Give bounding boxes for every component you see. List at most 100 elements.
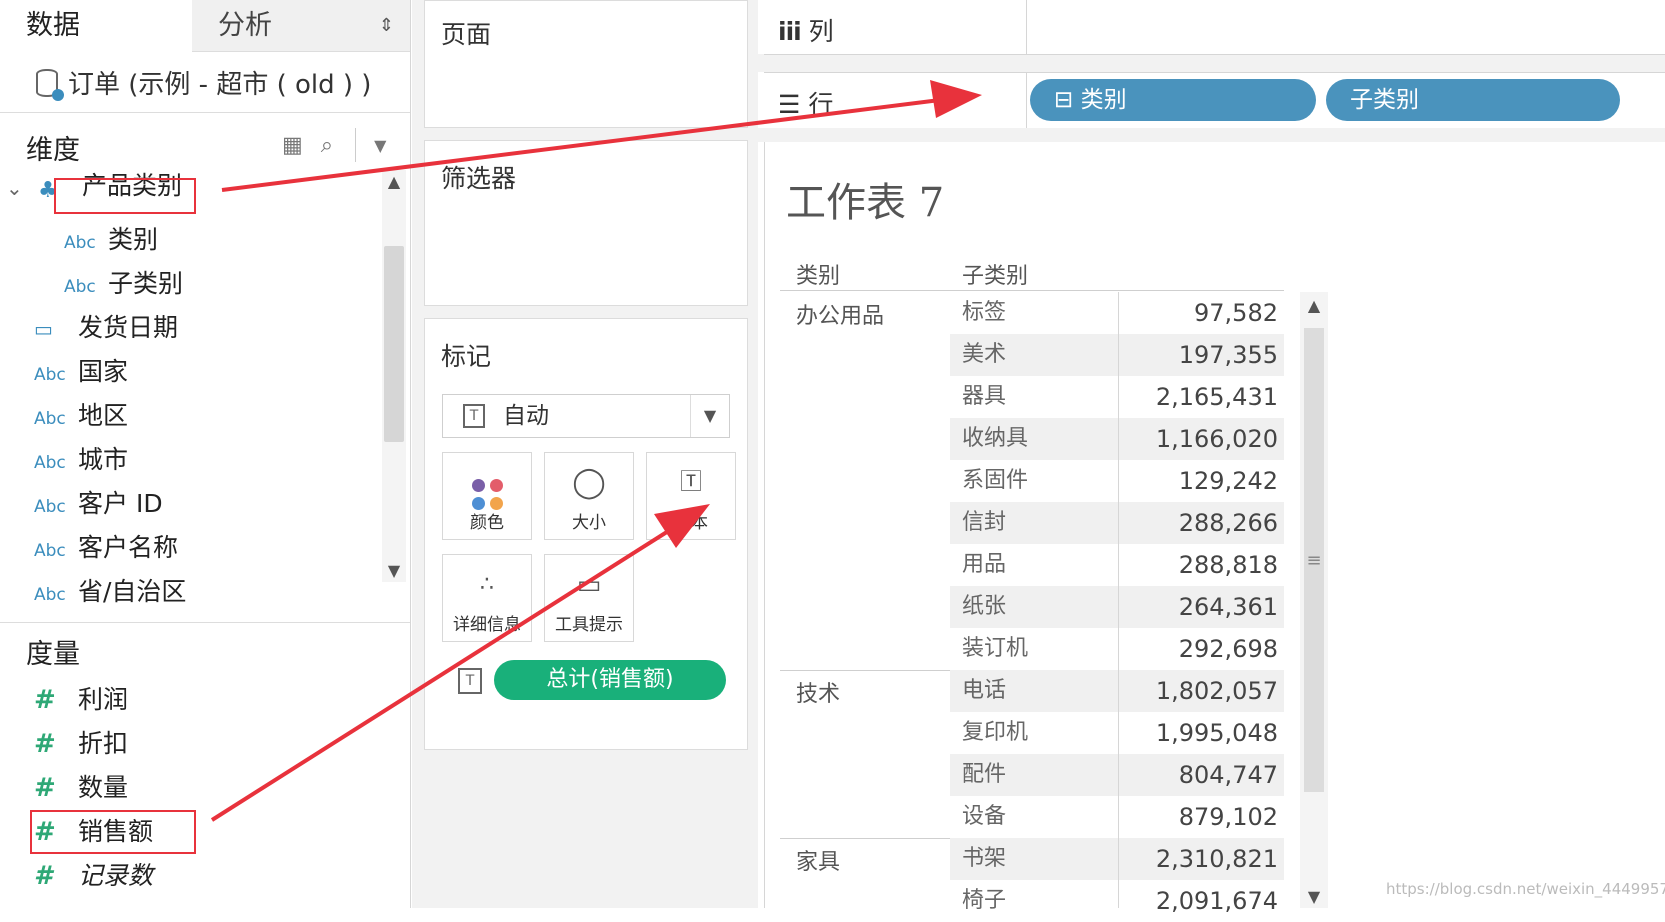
dimension-field[interactable]: Abc 省/自治区 <box>34 572 186 612</box>
detail-button[interactable]: ∴ 详细信息 <box>442 554 532 642</box>
string-type-icon: Abc <box>64 233 96 253</box>
dimension-label: 类别 <box>108 225 159 254</box>
measure-field[interactable]: # 折扣 <box>34 724 128 764</box>
tooltip-button[interactable]: ▭ 工具提示 <box>544 554 634 642</box>
dimension-field[interactable]: Abc 子类别 <box>64 264 183 304</box>
text-button[interactable]: 🅃 文本 <box>646 452 736 540</box>
string-type-icon: Abc <box>34 453 66 473</box>
dimension-field[interactable]: ▭ 发货日期 <box>34 308 178 348</box>
divider <box>0 622 410 623</box>
measure-field[interactable]: # 记录数 <box>34 856 153 896</box>
tab-data[interactable]: 数据 <box>0 0 192 52</box>
subcategory-cell: 复印机 <box>962 720 1029 745</box>
dimension-field[interactable]: Abc 客户 ID <box>34 484 163 524</box>
detail-label: 详细信息 <box>453 615 521 635</box>
dimension-field[interactable]: Abc 城市 <box>34 440 128 480</box>
columns-shelf[interactable]: iii 列 <box>764 0 1665 55</box>
number-type-icon: # <box>34 773 56 803</box>
color-button[interactable]: 颜色 <box>442 452 532 540</box>
subcategory-cell: 设备 <box>962 804 1007 829</box>
scroll-up-icon[interactable]: ▲ <box>1300 296 1328 315</box>
string-type-icon: Abc <box>34 497 66 517</box>
dimension-label: 地区 <box>78 401 129 430</box>
dimension-field[interactable]: Abc 地区 <box>34 396 128 436</box>
sales-value-cell: 2,165,431 <box>1155 383 1278 411</box>
sales-value-cell: 292,698 <box>1178 635 1278 663</box>
dimension-field[interactable]: Abc 客户名称 <box>34 528 178 568</box>
mark-type-dropdown[interactable]: T 自动 ▼ <box>442 394 730 438</box>
subcategory-cell: 美术 <box>962 342 1007 367</box>
string-type-icon: Abc <box>34 365 66 385</box>
tab-analysis[interactable]: 分析 ⇕ <box>192 0 410 52</box>
datasource[interactable]: 订单 (示例 - 超市 ( old ) ) <box>36 64 371 101</box>
string-type-icon: Abc <box>34 541 66 561</box>
sales-value-cell: 2,310,821 <box>1155 845 1278 873</box>
dimension-label: 省/自治区 <box>78 577 187 606</box>
filters-title: 筛选器 <box>441 164 517 193</box>
annotation-box <box>30 810 196 854</box>
row-pill-subcategory[interactable]: 子类别 <box>1326 79 1620 121</box>
calendar-icon: ▭ <box>34 317 53 341</box>
row-pill-label: 类别 <box>1080 87 1127 113</box>
chevron-down-icon[interactable]: ▼ <box>690 395 729 437</box>
text-label: 文本 <box>674 513 708 533</box>
sales-value-cell: 197,355 <box>1178 341 1278 369</box>
table-row: 书架 2,310,821 <box>950 838 1284 880</box>
dimension-field[interactable]: Abc 类别 <box>64 220 158 260</box>
pages-card[interactable]: 页面 <box>424 0 748 128</box>
subcategory-cell: 椅子 <box>962 888 1007 913</box>
dimension-scrollbar[interactable]: ▲ ▼ <box>382 170 406 582</box>
scroll-up-icon[interactable]: ▲ <box>382 172 406 191</box>
tab-analysis-label: 分析 <box>218 10 272 41</box>
sales-value-cell: 97,582 <box>1194 299 1278 327</box>
color-icon <box>443 463 531 510</box>
sum-sales-pill[interactable]: 总计(销售额) <box>494 660 726 700</box>
text-mark-icon: T <box>458 668 482 694</box>
sales-value-cell: 1,995,048 <box>1155 719 1278 747</box>
rows-label-text: 行 <box>808 90 834 119</box>
table-row: 设备 879,102 <box>950 796 1284 838</box>
dimensions-tools: ▦ ⌕ ▼ <box>282 128 386 162</box>
table-row: 复印机 1,995,048 <box>950 712 1284 754</box>
number-type-icon: # <box>34 729 56 759</box>
measure-label: 记录数 <box>78 861 154 890</box>
measure-field[interactable]: # 数量 <box>34 768 128 808</box>
divider <box>1026 73 1027 129</box>
collapse-icon[interactable]: ⊟ <box>1054 87 1073 113</box>
rows-shelf[interactable]: ☰ 行 ⊟ 类别 子类别 <box>764 72 1665 130</box>
dimension-field[interactable]: Abc 国家 <box>34 352 128 392</box>
chevron-down-icon[interactable]: ⌄ <box>6 176 23 200</box>
size-button[interactable]: ◯ 大小 <box>544 452 634 540</box>
divider <box>780 290 1284 291</box>
filters-card[interactable]: 筛选器 <box>424 140 748 306</box>
mark-type-value: 自动 <box>503 403 549 429</box>
sheet-scrollbar[interactable]: ▲ ≡ ▼ <box>1300 292 1328 908</box>
annotation-box <box>54 178 196 214</box>
number-type-icon: # <box>34 861 53 891</box>
scroll-down-icon[interactable]: ▼ <box>382 561 406 580</box>
table-row: 美术 197,355 <box>950 334 1284 376</box>
dimension-label: 发货日期 <box>78 313 179 342</box>
row-pill-category[interactable]: ⊟ 类别 <box>1030 79 1316 121</box>
header-subcategory: 子类别 <box>962 264 1029 289</box>
rows-icon: ☰ <box>778 90 801 119</box>
chevron-down-icon[interactable]: ▼ <box>374 136 386 155</box>
grid-view-icon[interactable]: ▦ <box>282 133 303 158</box>
watermark: https://blog.csdn.net/weixin_44499578 <box>1386 880 1665 898</box>
scroll-down-icon[interactable]: ▼ <box>1300 887 1328 906</box>
subcategory-cell: 书架 <box>962 846 1007 871</box>
string-type-icon: Abc <box>34 585 66 605</box>
tooltip-label: 工具提示 <box>555 615 623 635</box>
measure-field[interactable]: # 利润 <box>34 680 128 720</box>
subcategory-cell: 信封 <box>962 510 1007 535</box>
sort-icon[interactable]: ⇕ <box>379 0 394 52</box>
subcategory-cell: 用品 <box>962 552 1007 577</box>
divider <box>355 128 357 162</box>
sales-value-cell: 288,266 <box>1178 509 1278 537</box>
category-cell: 办公用品 <box>796 304 885 329</box>
table-row: 椅子 2,091,674 <box>950 880 1284 922</box>
scroll-thumb[interactable] <box>384 246 404 442</box>
search-icon[interactable]: ⌕ <box>321 133 333 158</box>
table-row: 电话 1,802,057 <box>950 670 1284 712</box>
measures-title: 度量 <box>26 639 80 670</box>
